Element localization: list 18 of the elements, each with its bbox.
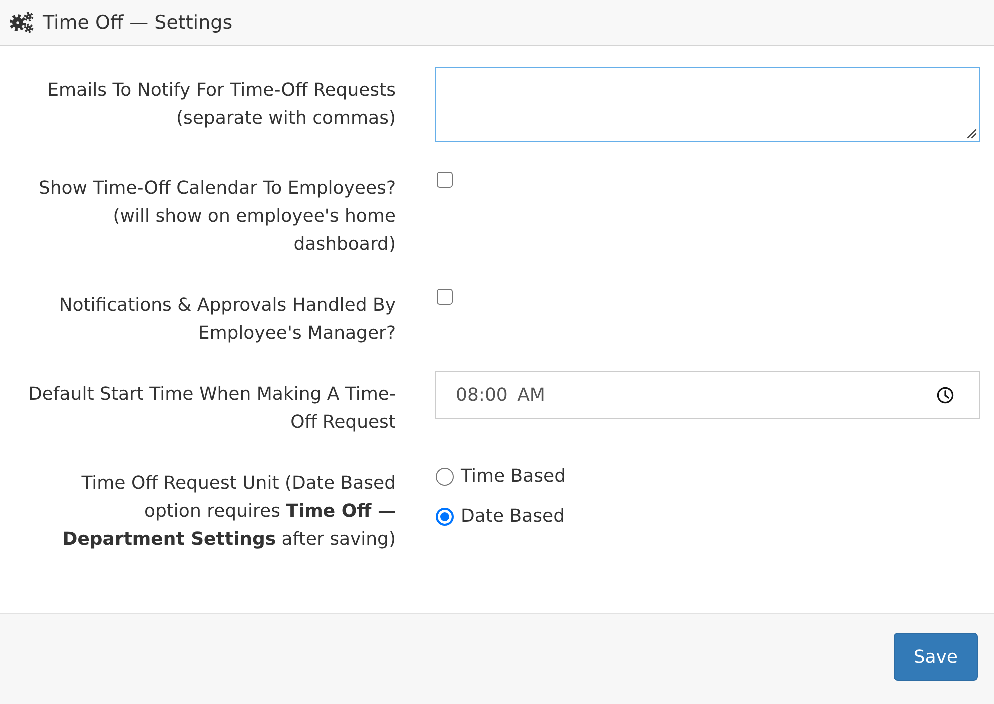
radio-button[interactable] <box>436 508 454 526</box>
radio-label[interactable]: Time Based <box>461 463 566 491</box>
time-field[interactable]: 08:00 AM <box>435 371 980 419</box>
text-area-field[interactable] <box>435 67 980 142</box>
field-label: Default Start Time When Making A Time-Off Request <box>28 383 396 435</box>
field-label: Notifications & Approvals Handled By Employee's Manager? <box>58 294 396 346</box>
checkbox[interactable] <box>437 172 453 188</box>
checkbox[interactable] <box>437 289 453 305</box>
gears-icon <box>10 12 34 33</box>
resize-grip-icon[interactable] <box>967 129 977 139</box>
field-label: Time Off Request Unit (Date Based option requires Time Off — Department Settings after saving) <box>62 472 396 552</box>
radio-label[interactable]: Date Based <box>461 503 566 531</box>
save-button[interactable]: Save <box>894 633 978 681</box>
clock-icon[interactable] <box>937 386 954 404</box>
field-label: Emails To Notify For Time-Off Requests (separate with commas) <box>46 79 396 131</box>
radio-button[interactable] <box>436 468 454 486</box>
field-label: Show Time-Off Calendar To Employees? (will show on employee's home dashboard) <box>38 177 396 257</box>
page-title: Time Off — Settings <box>43 10 233 34</box>
